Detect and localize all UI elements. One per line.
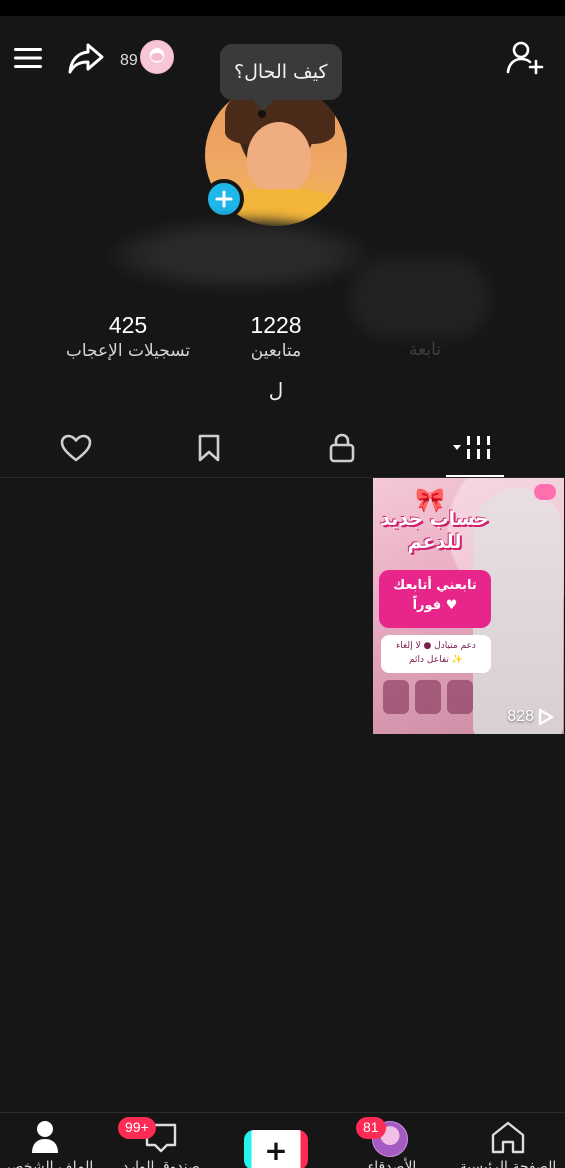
heart-badge-icon [534, 484, 556, 500]
likes-count: 425 [108, 312, 148, 338]
profile-tabs [0, 420, 565, 478]
nav-profile-label: الملف الشخصي [0, 1159, 94, 1168]
following-stat[interactable]: تابعة [375, 312, 475, 360]
tab-videos[interactable] [446, 428, 502, 468]
followers-stat[interactable]: 1228 متابعين [226, 312, 326, 361]
status-bubble[interactable]: كيف الحال؟ [220, 44, 342, 100]
nav-home[interactable]: الصفحة الرئيسية [456, 1119, 560, 1168]
tab-favorites[interactable] [187, 428, 231, 468]
plus-icon: + [252, 1132, 300, 1168]
share-arrow-icon [68, 43, 104, 74]
visitors-count: 89 [120, 52, 138, 69]
nav-profile[interactable]: الملف الشخصي [0, 1119, 93, 1168]
person-icon [32, 1121, 58, 1153]
person-add-icon [506, 41, 544, 75]
nav-inbox-label: صندوق الوارد [122, 1159, 200, 1168]
tab-private[interactable] [320, 428, 364, 468]
likes-label: تسجيلات الإعجاب [65, 341, 191, 361]
nav-inbox[interactable]: 99+ صندوق الوارد [118, 1117, 202, 1168]
grid-icon [453, 436, 490, 459]
profile-visitors-button[interactable]: 89 [118, 38, 174, 78]
nav-friends[interactable]: 81 الأصدقاء [356, 1117, 428, 1168]
followers-label: متابعين [250, 341, 302, 361]
video-chips [383, 680, 483, 714]
likes-stat[interactable]: 425 تسجيلات الإعجاب [50, 312, 206, 361]
video-white-banner: دعم متبادل ● لا إلغاء تفاعل دائم ✨ [381, 635, 491, 673]
play-icon [538, 708, 554, 726]
status-bubble-text: كيف الحال؟ [234, 61, 328, 83]
visitor-avatar [140, 40, 174, 74]
view-count-value: 828 [507, 708, 534, 725]
friends-badge: 81 [356, 1117, 386, 1139]
nav-friends-label: الأصدقاء [367, 1159, 417, 1168]
active-tab-indicator [446, 475, 504, 477]
blurred-username [110, 220, 370, 290]
hamburger-icon [14, 48, 42, 68]
add-friend-button[interactable] [503, 38, 547, 78]
video-thumbnail[interactable]: 🎀 حساب جديد للدعم تابعني أتابعك فوراً ♥ … [373, 478, 564, 734]
menu-button[interactable] [8, 38, 48, 78]
bubble-dot [258, 110, 266, 118]
following-label: تابعة [409, 340, 441, 360]
home-icon [491, 1121, 525, 1154]
heart-icon [60, 434, 92, 462]
followers-count: 1228 [250, 312, 302, 338]
status-bar [0, 0, 565, 16]
bottom-navigation: الملف الشخصي 99+ صندوق الوارد + 81 الأصد… [0, 1112, 565, 1168]
tab-liked[interactable] [54, 428, 98, 468]
video-pink-banner: تابعني أتابعك فوراً ♥ [379, 570, 491, 628]
share-profile-button[interactable] [64, 38, 108, 78]
inbox-badge: 99+ [118, 1117, 156, 1139]
create-button[interactable]: + [244, 1130, 308, 1168]
plus-icon [215, 190, 233, 208]
add-story-button[interactable] [204, 179, 244, 219]
nav-home-label: الصفحة الرئيسية [459, 1159, 557, 1168]
video-title: حساب جديد للدعم [380, 508, 489, 553]
lock-icon [329, 433, 355, 463]
view-count: 828 [507, 708, 554, 726]
profile-bio: ل [268, 378, 284, 402]
bookmark-icon [198, 434, 220, 462]
